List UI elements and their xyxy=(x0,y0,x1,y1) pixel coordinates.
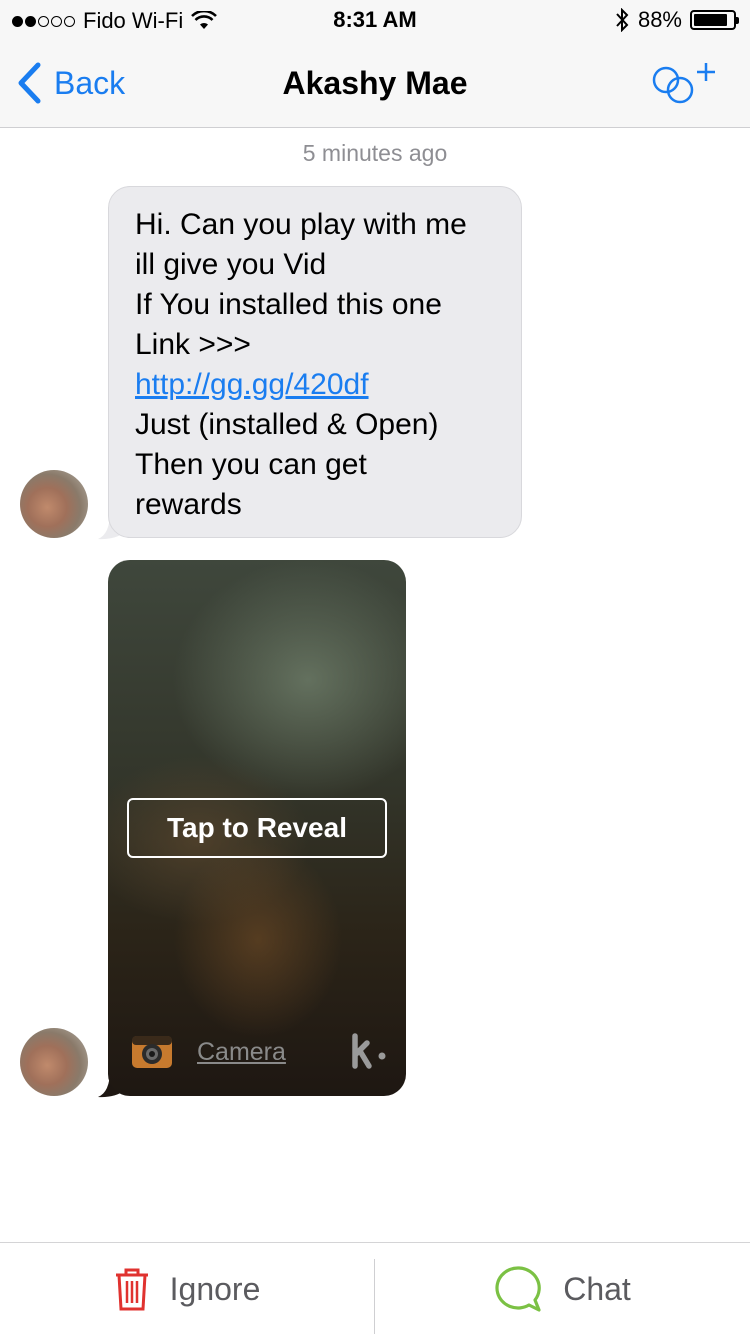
message-line: ill give you Vid xyxy=(135,248,327,281)
chat-button[interactable]: Chat xyxy=(376,1243,750,1334)
message-line: Link >>> xyxy=(135,328,251,361)
kik-logo-icon xyxy=(352,1033,386,1069)
page-title: Akashy Mae xyxy=(282,65,468,101)
bottom-action-bar: Ignore Chat xyxy=(0,1242,750,1334)
message-timestamp: 5 minutes ago xyxy=(302,140,448,166)
avatar[interactable] xyxy=(20,470,88,538)
tap-to-reveal-button[interactable]: Tap to Reveal xyxy=(127,798,387,858)
message-line: Hi. Can you play with me xyxy=(135,208,467,241)
chat-bubble-icon xyxy=(495,1266,541,1312)
blurred-media-card[interactable]: Tap to Reveal Camera xyxy=(108,560,406,1096)
battery-percent: 88% xyxy=(637,7,682,32)
status-bar: Fido Wi-Fi 8:31 AM 88% xyxy=(0,0,750,40)
trash-icon xyxy=(115,1268,148,1311)
ignore-button[interactable]: Ignore xyxy=(0,1243,374,1334)
message-line: Just (installed & Open) xyxy=(135,408,439,441)
message-line: If You installed this one xyxy=(135,288,442,321)
status-right: 88% xyxy=(614,7,739,33)
camera-icon xyxy=(132,1036,172,1068)
message-line: rewards xyxy=(135,488,242,521)
battery-icon xyxy=(690,10,739,30)
bluetooth-icon xyxy=(616,8,629,32)
camera-source-link[interactable]: Camera xyxy=(197,1038,286,1067)
message-bubble: Hi. Can you play with me ill give you Vi… xyxy=(108,186,522,538)
avatar[interactable] xyxy=(20,1028,88,1096)
chat-label: Chat xyxy=(563,1270,631,1307)
message-line: Then you can get xyxy=(135,448,367,481)
message-link[interactable]: http://gg.gg/420df xyxy=(135,365,497,405)
ignore-label: Ignore xyxy=(169,1270,261,1307)
add-to-group-button[interactable] xyxy=(650,60,720,110)
divider xyxy=(374,1259,375,1334)
navigation-bar: Back Akashy Mae xyxy=(0,40,750,128)
